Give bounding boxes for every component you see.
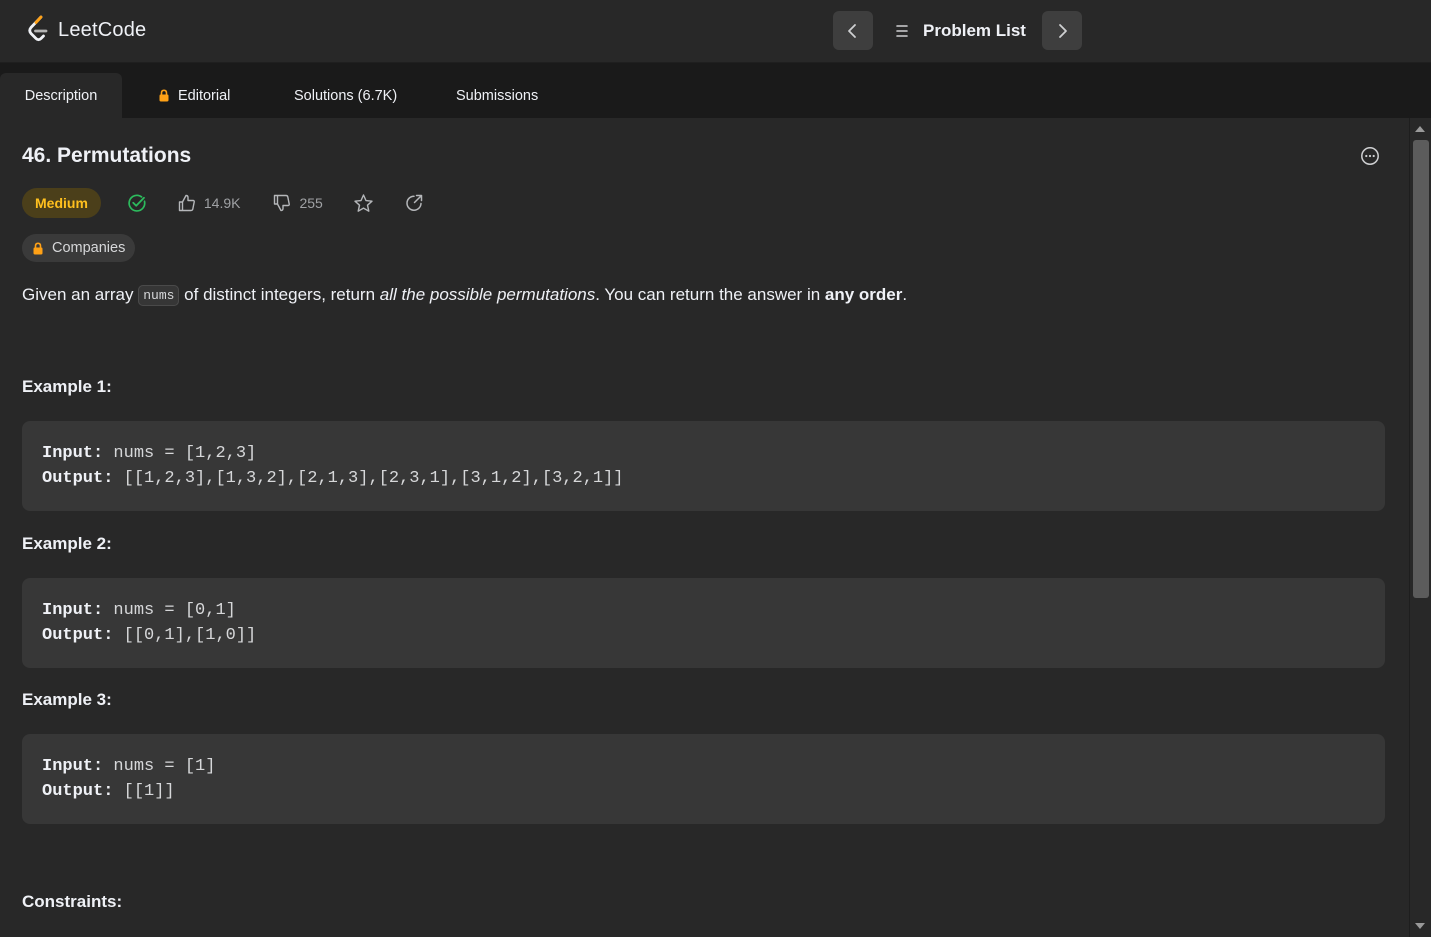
tab-editorial[interactable]: Editorial — [158, 73, 230, 118]
desc-bold: any order — [824, 285, 903, 304]
thumbs-down-icon — [274, 194, 291, 212]
dislike-count: 255 — [299, 195, 323, 211]
problem-title[interactable]: 46. Permutations — [22, 144, 191, 168]
output-value: [[1,2,3],[1,3,2],[2,1,3],[2,3,1],[3,1,2]… — [123, 469, 624, 488]
leetcode-logo-icon — [28, 15, 48, 42]
like-count: 14.9K — [203, 195, 241, 211]
example-input-line: Input: nums = [0,1] — [42, 598, 1365, 623]
tab-solutions[interactable]: Solutions (6.7K) — [294, 73, 397, 118]
list-icon — [896, 25, 908, 37]
input-value: nums = [1,2,3] — [113, 444, 257, 463]
dislike-button[interactable]: 255 — [272, 193, 323, 213]
lock-icon — [33, 241, 43, 254]
chevron-right-icon — [1059, 23, 1067, 38]
scrollbar-thumb[interactable] — [1413, 140, 1429, 598]
example-heading: Example 3: — [22, 690, 112, 709]
input-value: nums = [0,1] — [113, 601, 236, 620]
description-panel: 46. Permutations Medium 14.9K 255 Compan… — [0, 118, 1409, 937]
inline-code: nums — [138, 285, 180, 306]
desc-text: . You can return the answer in — [595, 285, 825, 304]
problem-list-button[interactable]: Problem List — [893, 20, 1026, 42]
tab-label: Submissions — [456, 87, 539, 104]
desc-italic: all the possible permutations — [379, 285, 596, 304]
output-label: Output: — [42, 626, 114, 645]
example-block: Input: nums = [1,2,3] Output: [[1,2,3],[… — [22, 421, 1385, 511]
input-label: Input: — [42, 601, 104, 620]
input-value: nums = [1] — [113, 757, 216, 776]
desc-text: . — [902, 285, 908, 304]
example-heading: Example 2: — [22, 534, 112, 553]
leetcode-logo[interactable]: LeetCode — [26, 15, 146, 45]
constraints-heading: Constraints: — [22, 892, 123, 911]
example-input-line: Input: nums = [1] — [42, 754, 1365, 779]
input-label: Input: — [42, 757, 104, 776]
tab-label: Description — [24, 87, 98, 104]
top-navbar: LeetCode Problem List — [0, 0, 1431, 63]
output-label: Output: — [42, 469, 114, 488]
problem-meta-row: Medium 14.9K 255 — [22, 188, 424, 218]
output-value: [[0,1],[1,0]] — [123, 626, 257, 645]
problem-tabs: Description Editorial Solutions (6.7K) S… — [0, 63, 1431, 118]
chevron-left-icon — [848, 23, 856, 38]
tab-label: Solutions (6.7K) — [294, 87, 398, 104]
example-block: Input: nums = [0,1] Output: [[0,1],[1,0]… — [22, 578, 1385, 668]
companies-tag[interactable]: Companies — [22, 234, 136, 262]
tab-description[interactable]: Description — [0, 73, 122, 118]
tab-submissions[interactable]: Submissions — [456, 73, 538, 118]
lock-icon — [159, 89, 169, 102]
output-label: Output: — [42, 782, 114, 801]
tab-label: Editorial — [178, 87, 231, 104]
example-heading: Example 1: — [22, 377, 112, 396]
example-output-line: Output: [[1]] — [42, 779, 1365, 804]
companies-label: Companies — [52, 240, 126, 256]
output-value: [[1]] — [123, 782, 175, 801]
thumbs-up-icon — [178, 194, 195, 212]
scroll-down-arrow-icon[interactable] — [1415, 923, 1425, 929]
prev-problem-button[interactable] — [833, 11, 873, 50]
problem-description: Given an array nums of distinct integers… — [22, 285, 908, 306]
share-icon[interactable] — [404, 193, 424, 213]
difficulty-badge: Medium — [22, 188, 101, 218]
favorite-star-icon[interactable] — [353, 193, 374, 214]
input-label: Input: — [42, 444, 104, 463]
desc-text: Given an array — [22, 285, 139, 304]
example-block: Input: nums = [1] Output: [[1]] — [22, 734, 1385, 824]
problem-list-label: Problem List — [923, 21, 1026, 40]
vertical-scrollbar[interactable] — [1409, 118, 1431, 937]
next-problem-button[interactable] — [1042, 11, 1082, 50]
scroll-up-arrow-icon[interactable] — [1415, 126, 1425, 132]
example-input-line: Input: nums = [1,2,3] — [42, 441, 1365, 466]
logo-text: LeetCode — [58, 18, 147, 41]
example-output-line: Output: [[0,1],[1,0]] — [42, 623, 1365, 648]
desc-text: of distinct integers, return — [179, 285, 380, 304]
solved-check-icon — [127, 193, 147, 213]
more-options-icon[interactable] — [1360, 146, 1380, 171]
like-button[interactable]: 14.9K — [177, 193, 241, 213]
example-output-line: Output: [[1,2,3],[1,3,2],[2,1,3],[2,3,1]… — [42, 466, 1365, 491]
